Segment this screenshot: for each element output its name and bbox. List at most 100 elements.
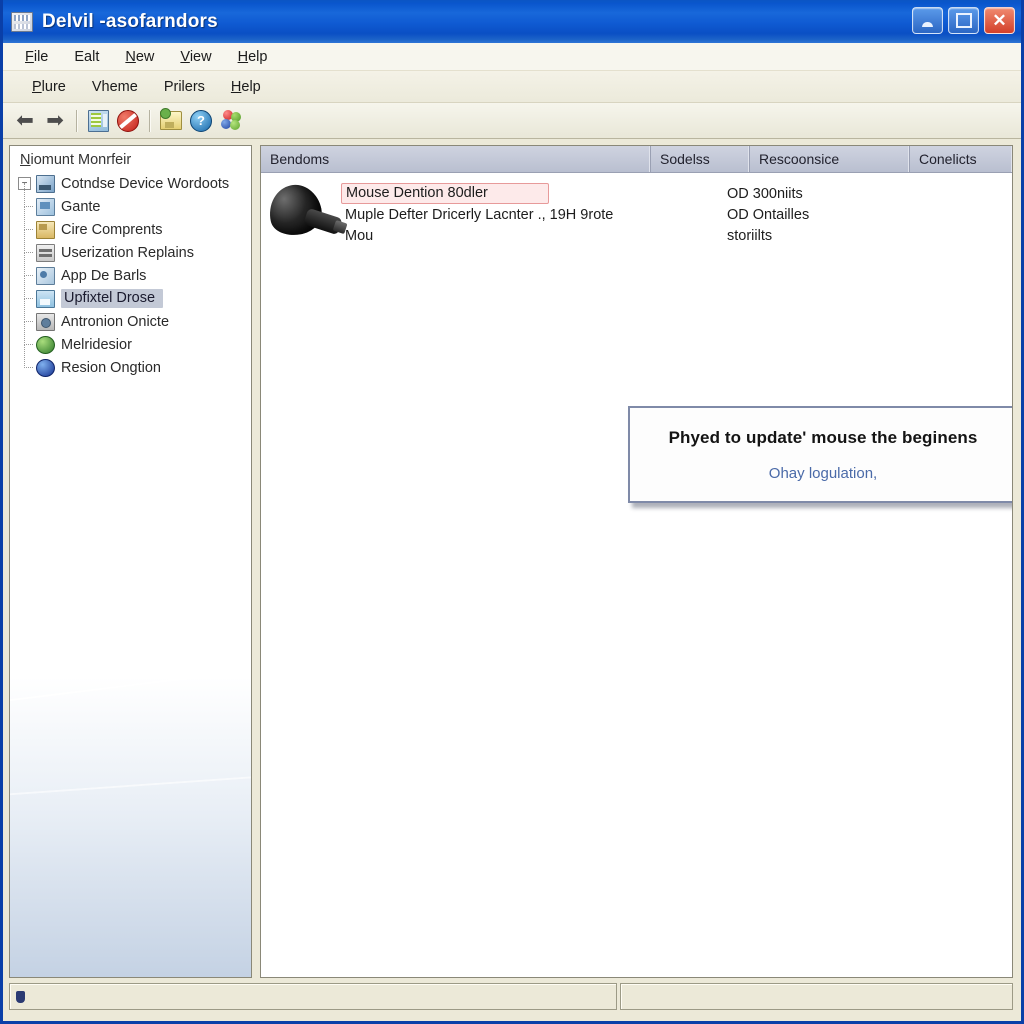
help-button[interactable]: ? [187,107,215,135]
secondary-menu-bar: Plure Vheme Prilers Help [3,71,1021,103]
disable-device-button[interactable] [114,107,142,135]
resource-value: OD 300niits [727,185,803,202]
column-header-conelicts[interactable]: Conelicts [910,146,1012,172]
back-button[interactable]: ⬅ [11,107,39,135]
menu-bar: File Ealt New View Help [3,43,1021,71]
sidebar-item-label: Cire Comprents [61,221,163,238]
toolbar: ⬅ ➡ ? [3,103,1021,139]
maximize-button[interactable] [948,7,979,34]
update-driver-icon [160,108,182,130]
list-body[interactable]: Mouse Dention 80dler Muple Defter Dricer… [261,173,1012,977]
sidebar-item-label: Cotndse Device Wordoots [61,175,230,192]
device-manager-icon [11,11,33,32]
sidebar-item-label: Melridesior [61,336,132,353]
sidebar-item-label: Gante [61,198,101,215]
tree-root-label: Niomunt Monrfeir [20,152,132,168]
sidebar-item-cire-components[interactable]: Cire Comprents [10,206,251,241]
stack-icon [36,243,55,262]
list-column-headers: Bendoms Sodelss Rescoonsice Conelicts [261,146,1012,173]
column-header-sodelss[interactable]: Sodelss [651,146,750,172]
window-title: Delvil -asofarndors [42,10,218,32]
title-bar[interactable]: Delvil -asofarndors ✕ [3,0,1021,43]
window-controls: ✕ [912,7,1015,34]
sidebar-item-upfixtel-drose[interactable]: Upfixtel Drose [10,275,251,310]
forward-arrow-icon: ➡ [46,109,64,132]
globe-green-icon [36,335,55,354]
properties-button[interactable] [84,107,112,135]
sidebar-item-label: Userization Replains [61,244,194,261]
toolbar-separator-1 [76,109,77,132]
device-group: Mouse Dention 80dler Muple Defter Dricer… [261,173,1012,247]
minimize-icon [922,21,933,27]
sidebar-item-gante[interactable]: Gante [10,183,251,218]
close-icon: ✕ [992,10,1007,30]
sidebar-item-label: App De Barls [61,267,147,284]
device-manager-window: Delvil -asofarndors ✕ File Ealt New View… [0,0,1024,1024]
menu-help[interactable]: Help [225,47,281,67]
wallpaper-wave-2 [10,774,251,977]
list-item-label: Mou [345,227,374,244]
menu-plure[interactable]: Plure [19,77,79,97]
menu-vheme[interactable]: Vheme [79,77,151,97]
menu-view[interactable]: View [167,47,224,67]
resource-value: OD Ontailles [727,206,810,223]
menu-new[interactable]: New [112,47,167,67]
column-header-bendoms[interactable]: Bendoms [261,146,651,172]
list-item[interactable]: Mou [341,225,1012,246]
minimize-button[interactable] [912,7,943,34]
resource-value: storiilts [727,227,773,244]
sidebar-item-label: Resion Ongtion [61,359,161,376]
computer-icon [36,174,55,193]
disable-device-icon [117,109,139,132]
monitor-icon [36,197,55,216]
wallpaper-wave-1 [10,666,251,886]
help-icon: ? [190,109,212,132]
menu-edit[interactable]: Ealt [61,47,112,67]
camera-icon [36,312,55,331]
main-body: Niomunt Monrfeir − Cotndse Device Wordoo… [3,139,1021,978]
scan-hardware-button[interactable] [217,107,245,135]
dialog-link[interactable]: Ohay logulation, [769,465,877,482]
save-icon [36,289,55,308]
list-item[interactable]: Mouse Dention 80dler [341,183,1012,204]
status-bar [3,978,1021,1021]
list-item-label: Mouse Dention 80dler [341,183,549,204]
toolbar-separator-2 [149,109,150,132]
forward-button[interactable]: ➡ [41,107,69,135]
sidebar-item-antronion[interactable]: Antronion Onicte [10,298,251,333]
sidebar-item-app-de-barls[interactable]: App De Barls [10,252,251,287]
list-item-label: Muple Defter Dricerly Lacnter ., 19H 9ro… [345,206,614,223]
maximize-icon [955,13,972,28]
status-pane-left [9,983,617,1010]
update-driver-button[interactable] [157,107,185,135]
scan-hardware-icon [220,110,242,131]
sidebar-item-label: Upfixtel Drose [61,289,164,308]
pane-wallpaper [10,666,251,977]
sidebar-item-computer-root[interactable]: − Cotndse Device Wordoots [10,172,251,195]
status-icon [16,990,25,1003]
menu-help-2[interactable]: Help [218,77,274,97]
sidebar-item-resion-ongtion[interactable]: Resion Ongtion [10,344,251,379]
folder-icon [36,220,55,239]
mouse-device-icon [264,180,343,247]
device-text-lines: Mouse Dention 80dler Muple Defter Dricer… [341,181,1012,247]
properties-icon [87,109,109,132]
menu-file[interactable]: File [12,47,61,67]
resource-values: OD 300niits OD Ontailles storiilts [727,183,809,246]
device-tree: Niomunt Monrfeir − Cotndse Device Wordoo… [10,146,251,379]
close-button[interactable]: ✕ [984,7,1015,34]
globe-blue-icon [36,358,55,377]
tree-pane: Niomunt Monrfeir − Cotndse Device Wordoo… [9,145,252,978]
app-icon [36,266,55,285]
status-pane-right [620,983,1013,1010]
sidebar-item-userization[interactable]: Userization Replains [10,229,251,264]
sidebar-item-melridesior[interactable]: Melridesior [10,321,251,356]
sidebar-item-label: Antronion Onicte [61,313,170,330]
dialog-message: Phyed to update' mouse the beginens [668,427,978,447]
device-list-pane: Bendoms Sodelss Rescoonsice Conelicts Mo… [260,145,1013,978]
menu-prilers[interactable]: Prilers [151,77,218,97]
column-header-rescoonsice[interactable]: Rescoonsice [750,146,910,172]
back-arrow-icon: ⬅ [16,109,34,132]
update-failed-dialog[interactable]: Phyed to update' mouse the beginens Ohay… [628,406,1012,503]
list-item[interactable]: Muple Defter Dricerly Lacnter ., 19H 9ro… [341,204,1012,225]
